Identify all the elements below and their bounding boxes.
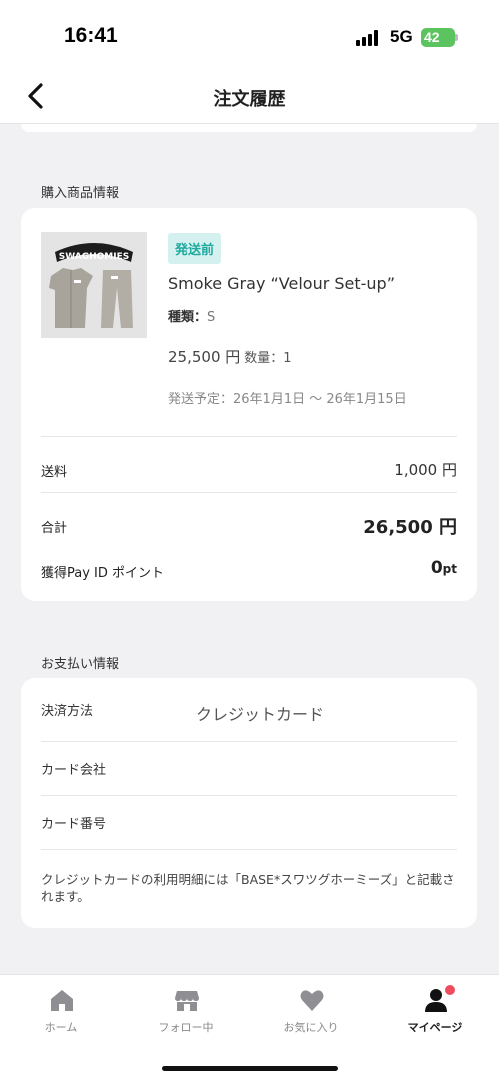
tab-label: フォロー中 <box>158 1021 214 1034</box>
shipping-fee-value: 1,000 円 <box>394 461 457 479</box>
total-label: 合計 <box>41 521 68 536</box>
payment-method-value: クレジットカード <box>196 705 325 724</box>
notification-dot <box>445 985 455 995</box>
shop-icon <box>175 991 199 1011</box>
purchase-section-title: 購入商品情報 <box>41 186 120 201</box>
tab-label: お気に入り <box>283 1021 339 1034</box>
battery-cap <box>455 34 458 41</box>
status-badge: 発送前 <box>168 233 222 264</box>
purchase-card: SWAGHOMIES 発送前 Smoke Gray “Velour Set-up… <box>21 208 477 601</box>
network-type: 5G <box>390 27 413 46</box>
variant-value: S <box>207 310 216 325</box>
divider <box>41 436 457 437</box>
status-time: 16:41 <box>64 24 118 47</box>
points-label: 獲得Pay ID ポイント <box>41 566 165 581</box>
page-title: 注文履歴 <box>213 89 286 110</box>
heart-icon <box>300 990 324 1011</box>
battery-icon: 42 <box>421 28 455 47</box>
total-value: 26,500 円 <box>363 517 457 538</box>
product-photo: SWAGHOMIES <box>41 232 147 338</box>
tab-favorites[interactable]: お気に入り <box>261 987 361 1035</box>
statement-note: クレジットカードの利用明細には「BASE*スワツグホーミーズ」と記載されます。 <box>41 872 455 904</box>
tab-mypage[interactable]: マイページ <box>385 985 485 1035</box>
payment-section-title: お支払い情報 <box>41 657 120 672</box>
variant-label: 種類： <box>168 310 208 325</box>
divider <box>41 741 457 742</box>
divider <box>41 492 457 493</box>
svg-text:SWAGHOMIES: SWAGHOMIES <box>59 252 129 262</box>
points-unit: pt <box>442 562 457 576</box>
home-indicator <box>162 1066 338 1071</box>
card-company-label: カード会社 <box>41 763 107 778</box>
product-variant: 種類：S <box>168 306 215 325</box>
tab-bar: ホーム フォロー中 お気に入り マイページ <box>0 974 499 1080</box>
product-name[interactable]: Smoke Gray “Velour Set-up” <box>168 274 395 293</box>
card-number-label: カード番号 <box>41 817 107 832</box>
product-price: 25,500 円 <box>168 348 241 366</box>
product-price-line: 25,500 円数量：1 <box>168 346 292 367</box>
previous-card-edge <box>21 124 477 132</box>
tab-label: マイページ <box>407 1021 463 1034</box>
payment-method-label: 決済方法 <box>41 704 94 719</box>
product-quantity: 数量：1 <box>244 351 292 366</box>
divider <box>41 795 457 796</box>
points-value: 0pt <box>431 558 457 578</box>
nav-bar: 注文履歴 <box>0 70 499 124</box>
signal-icon <box>356 30 382 46</box>
payment-card: 決済方法 クレジットカード カード会社 カード番号 クレジットカードの利用明細に… <box>21 678 477 928</box>
shipping-fee-label: 送料 <box>41 465 68 480</box>
status-bar: 16:41 5G 42 <box>0 0 499 70</box>
home-icon <box>51 990 73 1011</box>
tab-following[interactable]: フォロー中 <box>136 987 236 1035</box>
tab-home[interactable]: ホーム <box>11 987 111 1035</box>
points-number: 0 <box>430 558 443 578</box>
shipping-date: 発送予定：26年1月1日 〜 26年1月15日 <box>168 392 407 407</box>
product-image[interactable]: SWAGHOMIES <box>41 232 147 338</box>
divider <box>41 849 457 850</box>
battery-level: 42 <box>424 29 440 45</box>
tab-label: ホーム <box>44 1021 78 1034</box>
